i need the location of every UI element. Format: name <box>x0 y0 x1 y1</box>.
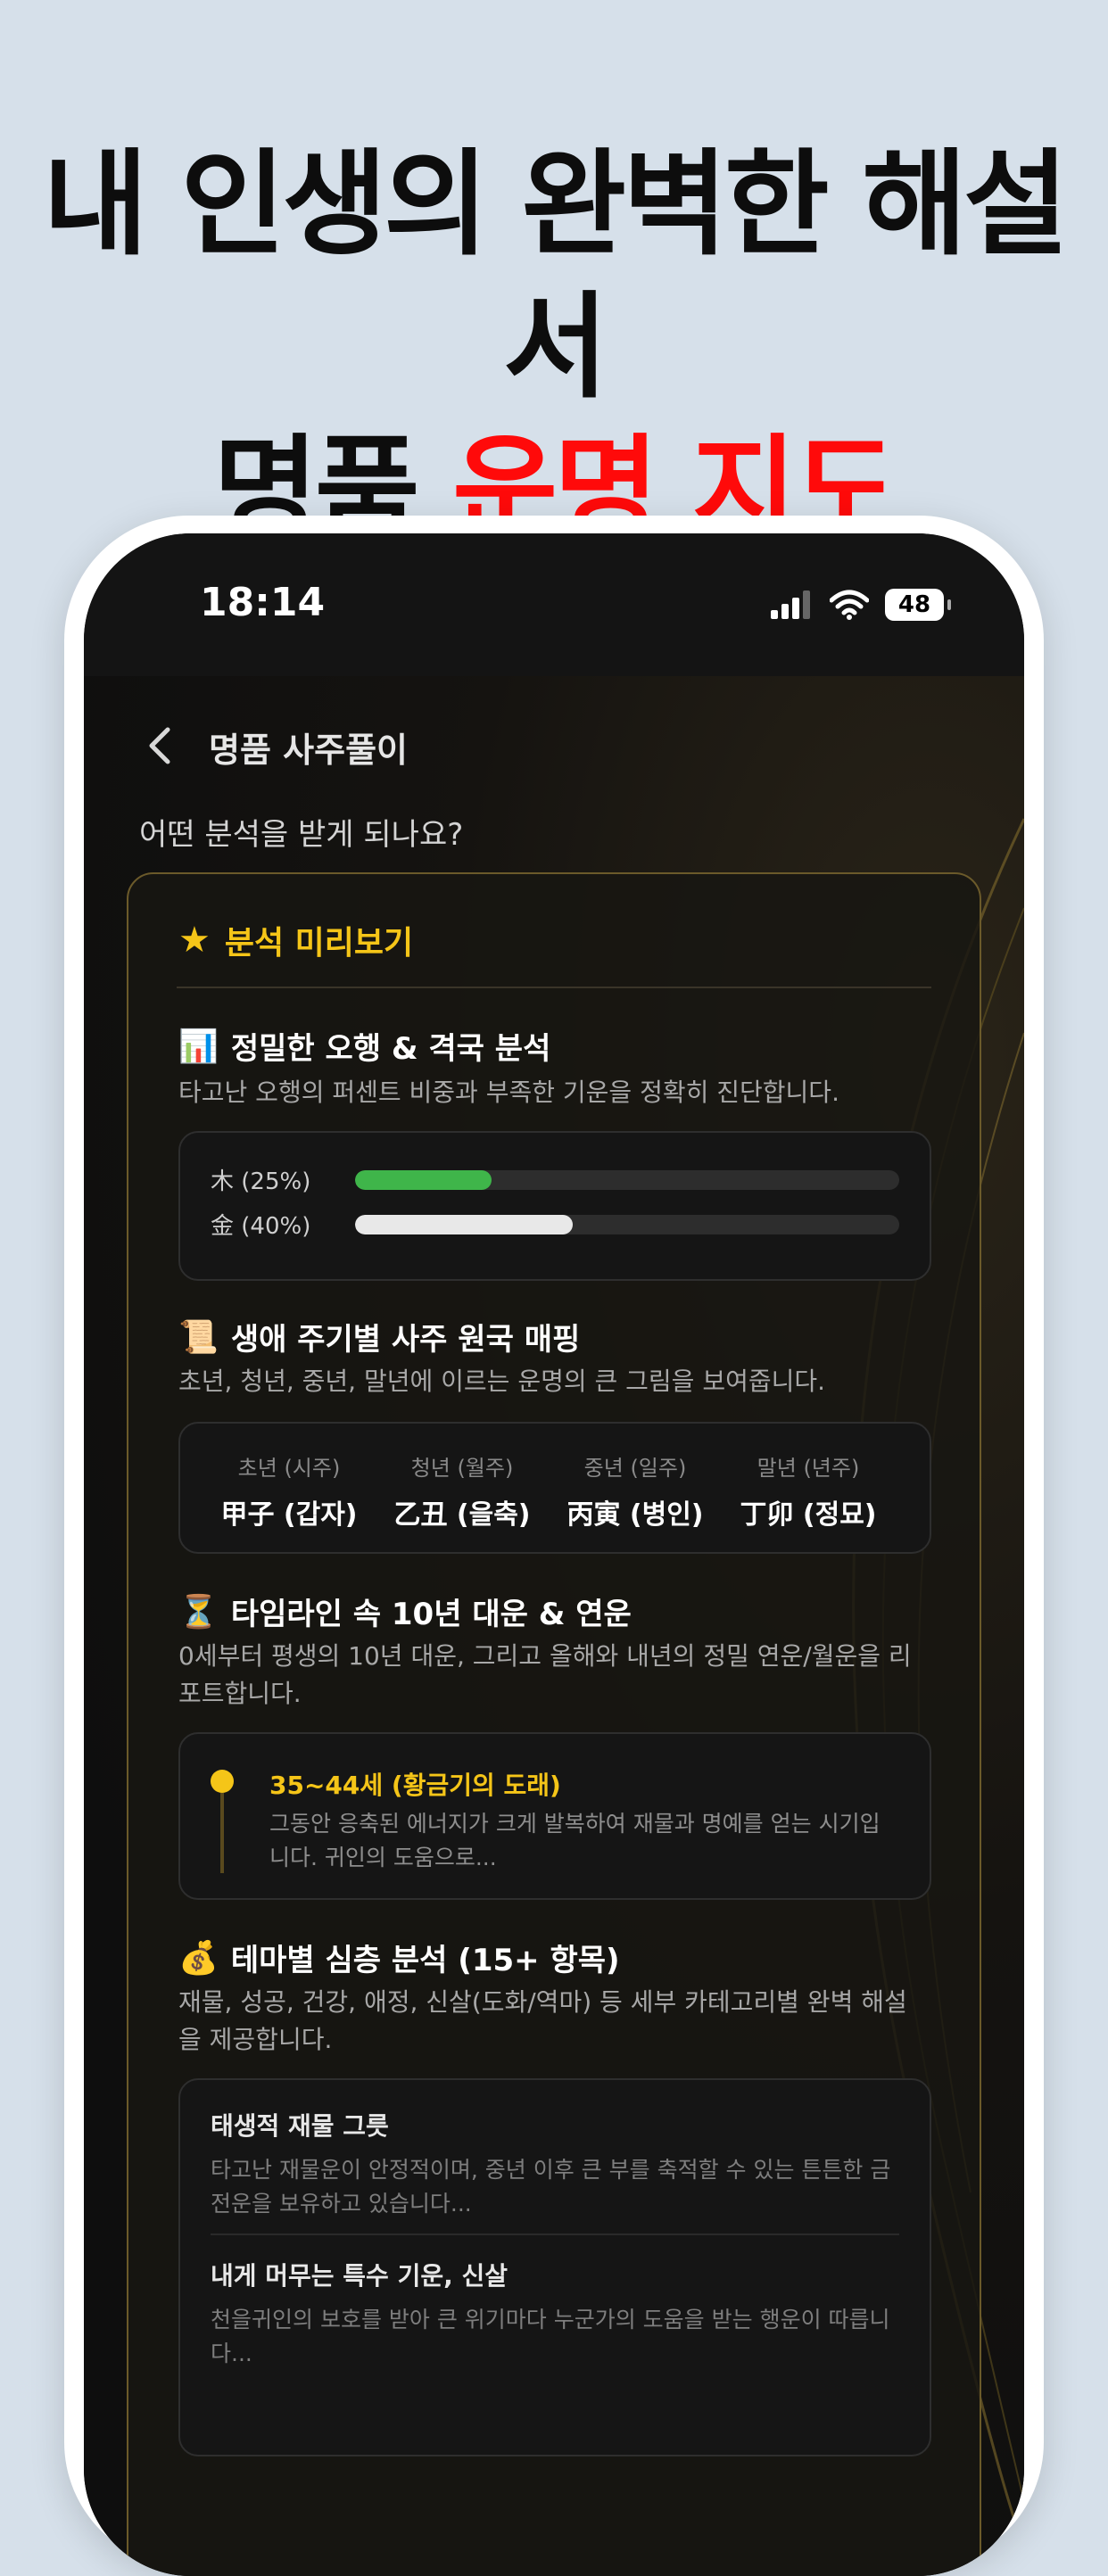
themes-title: 💰 테마별 심층 분석 (15+ 항목) <box>178 1936 620 1979</box>
themes-desc: 재물, 성공, 건강, 애정, 신살(도화/역마) 등 세부 카테고리별 완벽 … <box>178 1987 907 2054</box>
element-bar-track <box>355 1214 899 1234</box>
theme-divider <box>211 2233 899 2235</box>
star-icon: ★ <box>178 920 211 961</box>
theme-item-desc: 타고난 재물운이 안정적이며, 중년 이후 큰 부를 축적할 수 있는 튼튼한 … <box>211 2157 891 2217</box>
status-bar: 18:14 48 <box>84 533 1024 676</box>
pillar-item: 중년 (일주) 丙寅 (병인) <box>548 1450 723 1532</box>
status-icons: 48 <box>771 589 951 621</box>
pillar-value: 丁卯 (정묘) <box>740 1499 877 1531</box>
pillars-title-text: 생애 주기별 사주 원국 매핑 <box>230 1322 581 1358</box>
money-bag-icon: 💰 <box>178 1939 219 1977</box>
timeline-desc: 0세부터 평생의 10년 대운, 그리고 올해와 내년의 정밀 연운/월운을 리… <box>178 1641 912 1708</box>
theme-item-title: 태생적 재물 그릇 <box>211 2111 389 2141</box>
pillars-box: 초년 (시주) 甲子 (갑자) 청년 (월주) 乙丑 (을축) 중년 (일주) … <box>178 1422 931 1554</box>
signal-icon <box>771 590 810 619</box>
element-bar-fill <box>355 1169 492 1190</box>
element-bar-row: 金 (40%) <box>211 1208 899 1241</box>
divider <box>177 987 931 988</box>
pillar-value: 乙丑 (을축) <box>393 1499 531 1531</box>
preview-card: ★ 분석 미리보기 📊 정밀한 오행 & 격국 분석 타고난 오행의 퍼센트 비… <box>127 872 981 2576</box>
element-bar-label: 金 (40%) <box>211 1213 311 1240</box>
pillar-label: 말년 (년주) <box>757 1456 860 1481</box>
theme-item: 내게 머무는 특수 기운, 신살 천을귀인의 보호를 받아 큰 위기마다 누군가… <box>211 2257 906 2371</box>
theme-item-title: 내게 머무는 특수 기운, 신살 <box>211 2261 508 2291</box>
ohaeng-bars-box: 木 (25%) 金 (40%) <box>178 1131 931 1281</box>
chart-icon: 📊 <box>178 1028 219 1065</box>
ohaeng-title: 📊 정밀한 오행 & 격국 분석 <box>178 1024 550 1068</box>
timeline-line <box>220 1793 224 1873</box>
element-bar-row: 木 (25%) <box>211 1163 899 1196</box>
preview-title: 분석 미리보기 <box>224 925 414 962</box>
headline-line1: 내 인생의 완벽한 해설서 <box>43 138 1069 414</box>
wifi-icon <box>830 590 869 620</box>
app-content[interactable]: 명품 사주풀이 어떤 분석을 받게 되나요? ★ 분석 미리보기 📊 정밀한 오… <box>84 676 1024 2576</box>
pillar-item: 말년 (년주) 丁卯 (정묘) <box>721 1450 896 1532</box>
timeline-dot <box>211 1770 234 1793</box>
status-time: 18:14 <box>200 580 326 625</box>
timeline-entry-title: 35~44세 (황금기의 도래) <box>269 1771 561 1800</box>
nav-bar: 명품 사주풀이 <box>84 676 1024 810</box>
element-bar-track <box>355 1169 899 1190</box>
themes-title-text: 테마별 심층 분석 (15+ 항목) <box>230 1943 620 1978</box>
pillars-desc: 초년, 청년, 중년, 말년에 이르는 운명의 큰 그림을 보여줍니다. <box>178 1366 826 1396</box>
theme-item: 태생적 재물 그릇 타고난 재물운이 안정적이며, 중년 이후 큰 부를 축적할… <box>211 2107 906 2221</box>
promo-headline: 내 인생의 완벽한 해설서 명품 운명 지도 <box>0 134 1108 562</box>
timeline-title: ⏳ 타임라인 속 10년 대운 & 연운 <box>178 1589 632 1633</box>
scroll-icon: 📜 <box>178 1318 219 1356</box>
pillar-label: 청년 (월주) <box>410 1456 514 1481</box>
element-bar-fill <box>355 1214 573 1234</box>
pillar-label: 중년 (일주) <box>583 1456 687 1481</box>
timeline-entry-desc: 그동안 응축된 에너지가 크게 발복하여 재물과 명예를 얻는 시기입니다. 귀… <box>269 1811 881 1870</box>
ohaeng-desc: 타고난 오행의 퍼센트 비중과 부족한 기운을 정확히 진단합니다. <box>178 1077 839 1107</box>
pillar-value: 甲子 (갑자) <box>220 1499 358 1531</box>
themes-box: 태생적 재물 그릇 타고난 재물운이 안정적이며, 중년 이후 큰 부를 축적할… <box>178 2078 931 2456</box>
section-question: 어떤 분석을 받게 되나요? <box>139 817 464 853</box>
preview-header: ★ 분석 미리보기 <box>178 917 413 963</box>
ohaeng-title-text: 정밀한 오행 & 격국 분석 <box>230 1031 551 1067</box>
pillar-item: 초년 (시주) 甲子 (갑자) <box>202 1450 376 1532</box>
phone-screen: 18:14 48 명품 사주풀이 어떤 분석을 받게 되나요? ★ 분석 미리보… <box>84 533 1024 2576</box>
pillars-title: 📜 생애 주기별 사주 원국 매핑 <box>178 1315 580 1358</box>
pillar-item: 청년 (월주) 乙丑 (을축) <box>375 1450 550 1532</box>
pillar-label: 초년 (시주) <box>237 1456 341 1481</box>
element-bar-label: 木 (25%) <box>211 1168 311 1195</box>
hourglass-icon: ⏳ <box>178 1593 219 1631</box>
page-title: 명품 사주풀이 <box>209 731 408 770</box>
timeline-title-text: 타임라인 속 10년 대운 & 연운 <box>230 1597 632 1632</box>
theme-item-desc: 천을귀인의 보호를 받아 큰 위기마다 누군가의 도움을 받는 행운이 따릅니다… <box>211 2307 890 2366</box>
chevron-left-icon[interactable] <box>134 719 187 772</box>
pillar-value: 丙寅 (병인) <box>566 1499 704 1531</box>
timeline-box: 35~44세 (황금기의 도래) 그동안 응축된 에너지가 크게 발복하여 재물… <box>178 1732 931 1900</box>
battery-icon: 48 <box>885 589 951 621</box>
